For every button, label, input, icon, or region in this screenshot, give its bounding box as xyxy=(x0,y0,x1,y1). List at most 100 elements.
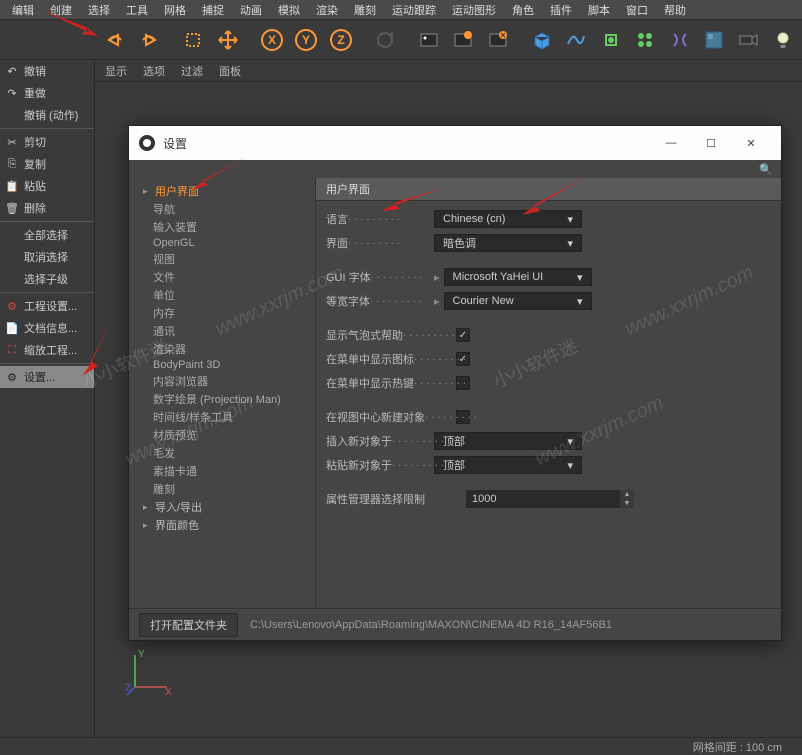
nav-comm[interactable]: 通讯 xyxy=(129,322,315,340)
menu-snap[interactable]: 捕捉 xyxy=(194,2,232,18)
menu-tools[interactable]: 工具 xyxy=(118,2,156,18)
spline-icon[interactable] xyxy=(561,24,591,56)
menu-render[interactable]: 渲染 xyxy=(308,2,346,18)
vh-panel[interactable]: 面板 xyxy=(219,63,241,79)
menu-mograph[interactable]: 运动图形 xyxy=(444,2,504,18)
environment-icon[interactable] xyxy=(699,24,729,56)
camera-icon[interactable] xyxy=(733,24,763,56)
nav-bodypaint[interactable]: BodyPaint 3D xyxy=(129,358,315,372)
minimize-button[interactable]: — xyxy=(651,129,691,157)
menu-paste[interactable]: 📋粘贴 xyxy=(0,175,94,197)
vh-filter[interactable]: 过滤 xyxy=(181,63,203,79)
nav-user-interface[interactable]: ▸用户界面 xyxy=(129,182,315,200)
menu-delete[interactable]: 🗑删除 xyxy=(0,197,94,219)
menu-sculpt[interactable]: 雕刻 xyxy=(346,2,384,18)
nav-hair[interactable]: 毛发 xyxy=(129,444,315,462)
checkbox-bubble-help[interactable]: ✓ xyxy=(456,328,470,342)
label-attr-limit: 属性管理器选择限制 xyxy=(326,491,466,507)
nav-memory[interactable]: 内存 xyxy=(129,304,315,322)
spinner-attr-limit[interactable]: ▲▼ xyxy=(466,490,634,508)
maximize-button[interactable]: ☐ xyxy=(691,129,731,157)
deformer-icon[interactable] xyxy=(664,24,694,56)
spinner-down[interactable]: ▼ xyxy=(620,499,634,508)
menu-track[interactable]: 运动跟踪 xyxy=(384,2,444,18)
nav-navigation[interactable]: 导航 xyxy=(129,200,315,218)
menu-redo[interactable]: ↷重做 xyxy=(0,82,94,104)
render-settings-icon[interactable] xyxy=(482,24,512,56)
menu-doc-info[interactable]: 📄文档信息... xyxy=(0,317,94,339)
nurbs-icon[interactable] xyxy=(596,24,626,56)
menu-scale-project[interactable]: ⛶缩放工程... xyxy=(0,339,94,361)
nav-opengl[interactable]: OpenGL xyxy=(129,236,315,250)
menu-settings[interactable]: ⚙设置... xyxy=(0,366,94,388)
dropdown-insert-at[interactable]: 顶部▾ xyxy=(434,432,582,450)
vh-options[interactable]: 选项 xyxy=(143,63,165,79)
spinner-up[interactable]: ▲ xyxy=(620,490,634,499)
nav-renderer[interactable]: 渲染器 xyxy=(129,340,315,358)
settings-icon: ⚙ xyxy=(4,369,20,385)
attr-limit-input[interactable] xyxy=(466,490,620,508)
menu-window[interactable]: 窗口 xyxy=(618,2,656,18)
menu-sim[interactable]: 模拟 xyxy=(270,2,308,18)
menu-project-settings[interactable]: ⚙工程设置... xyxy=(0,295,94,317)
menu-mesh[interactable]: 网格 xyxy=(156,2,194,18)
nav-interface-colors[interactable]: ▸界面颜色 xyxy=(129,516,315,534)
menu-help[interactable]: 帮助 xyxy=(656,2,694,18)
nav-files[interactable]: 文件 xyxy=(129,268,315,286)
array-icon[interactable] xyxy=(630,24,660,56)
menu-edit[interactable]: 编辑 xyxy=(4,2,42,18)
menu-create[interactable]: 创建 xyxy=(42,2,80,18)
render-region-icon[interactable] xyxy=(448,24,478,56)
label-insert-at: 插入新对象于 xyxy=(326,433,434,449)
nav-input-devices[interactable]: 输入装置 xyxy=(129,218,315,236)
redo-icon[interactable] xyxy=(134,24,164,56)
chevron-right-icon[interactable]: ▸ xyxy=(434,295,440,308)
check-icon: ✓ xyxy=(459,330,467,341)
menu-select[interactable]: 选择 xyxy=(80,2,118,18)
move-icon[interactable] xyxy=(212,24,242,56)
nav-projection-man[interactable]: 数字绘景 (Projection Man) xyxy=(129,390,315,408)
menu-deselect[interactable]: 取消选择 xyxy=(0,246,94,268)
dropdown-paste-at[interactable]: 顶部▾ xyxy=(434,456,582,474)
menu-undo-action[interactable]: 撤销 (动作) xyxy=(0,104,94,126)
nav-material-preview[interactable]: 材质预览 xyxy=(129,426,315,444)
dropdown-gui-font[interactable]: Microsoft YaHei UI▾ xyxy=(444,268,592,286)
menu-select-all[interactable]: 全部选择 xyxy=(0,224,94,246)
menu-cut[interactable]: ✂剪切 xyxy=(0,131,94,153)
dropdown-language[interactable]: Chinese (cn)▾ xyxy=(434,210,582,228)
chevron-right-icon[interactable]: ▸ xyxy=(434,271,440,284)
dropdown-interface[interactable]: 暗色调▾ xyxy=(434,234,582,252)
menu-undo[interactable]: ↶撤销 xyxy=(0,60,94,82)
menu-select-children[interactable]: 选择子级 xyxy=(0,268,94,290)
nav-view[interactable]: 视图 xyxy=(129,250,315,268)
refresh-icon[interactable] xyxy=(369,24,399,56)
nav-timeline[interactable]: 时间线/样条工具 xyxy=(129,408,315,426)
menu-char[interactable]: 角色 xyxy=(504,2,542,18)
label-paste-at: 粘贴新对象于 xyxy=(326,457,434,473)
nav-content-browser[interactable]: 内容浏览器 xyxy=(129,372,315,390)
menu-copy[interactable]: ⎘复制 xyxy=(0,153,94,175)
app-icon xyxy=(139,135,155,151)
vh-display[interactable]: 显示 xyxy=(105,63,127,79)
light-icon[interactable] xyxy=(768,24,798,56)
viewport-header: 显示 选项 过滤 面板 xyxy=(95,60,802,82)
menu-plugin[interactable]: 插件 xyxy=(542,2,580,18)
nav-sketch[interactable]: 素描卡通 xyxy=(129,462,315,480)
undo-icon[interactable] xyxy=(99,24,129,56)
nav-import-export[interactable]: ▸导入/导出 xyxy=(129,498,315,516)
render-icon[interactable] xyxy=(414,24,444,56)
nav-sculpt[interactable]: 雕刻 xyxy=(129,480,315,498)
close-button[interactable]: ✕ xyxy=(731,129,771,157)
z-axis-icon[interactable]: Z xyxy=(325,24,355,56)
cube-icon[interactable] xyxy=(527,24,557,56)
search-icon[interactable]: 🔍 xyxy=(759,163,773,176)
x-axis-icon[interactable]: X xyxy=(256,24,286,56)
dialog-titlebar[interactable]: 设置 — ☐ ✕ xyxy=(129,126,781,160)
y-axis-icon[interactable]: Y xyxy=(291,24,321,56)
nav-units[interactable]: 单位 xyxy=(129,286,315,304)
menu-script[interactable]: 脚本 xyxy=(580,2,618,18)
dropdown-mono-font[interactable]: Courier New▾ xyxy=(444,292,592,310)
open-config-folder-button[interactable]: 打开配置文件夹 xyxy=(139,613,238,637)
select-icon[interactable] xyxy=(178,24,208,56)
menu-anim[interactable]: 动画 xyxy=(232,2,270,18)
